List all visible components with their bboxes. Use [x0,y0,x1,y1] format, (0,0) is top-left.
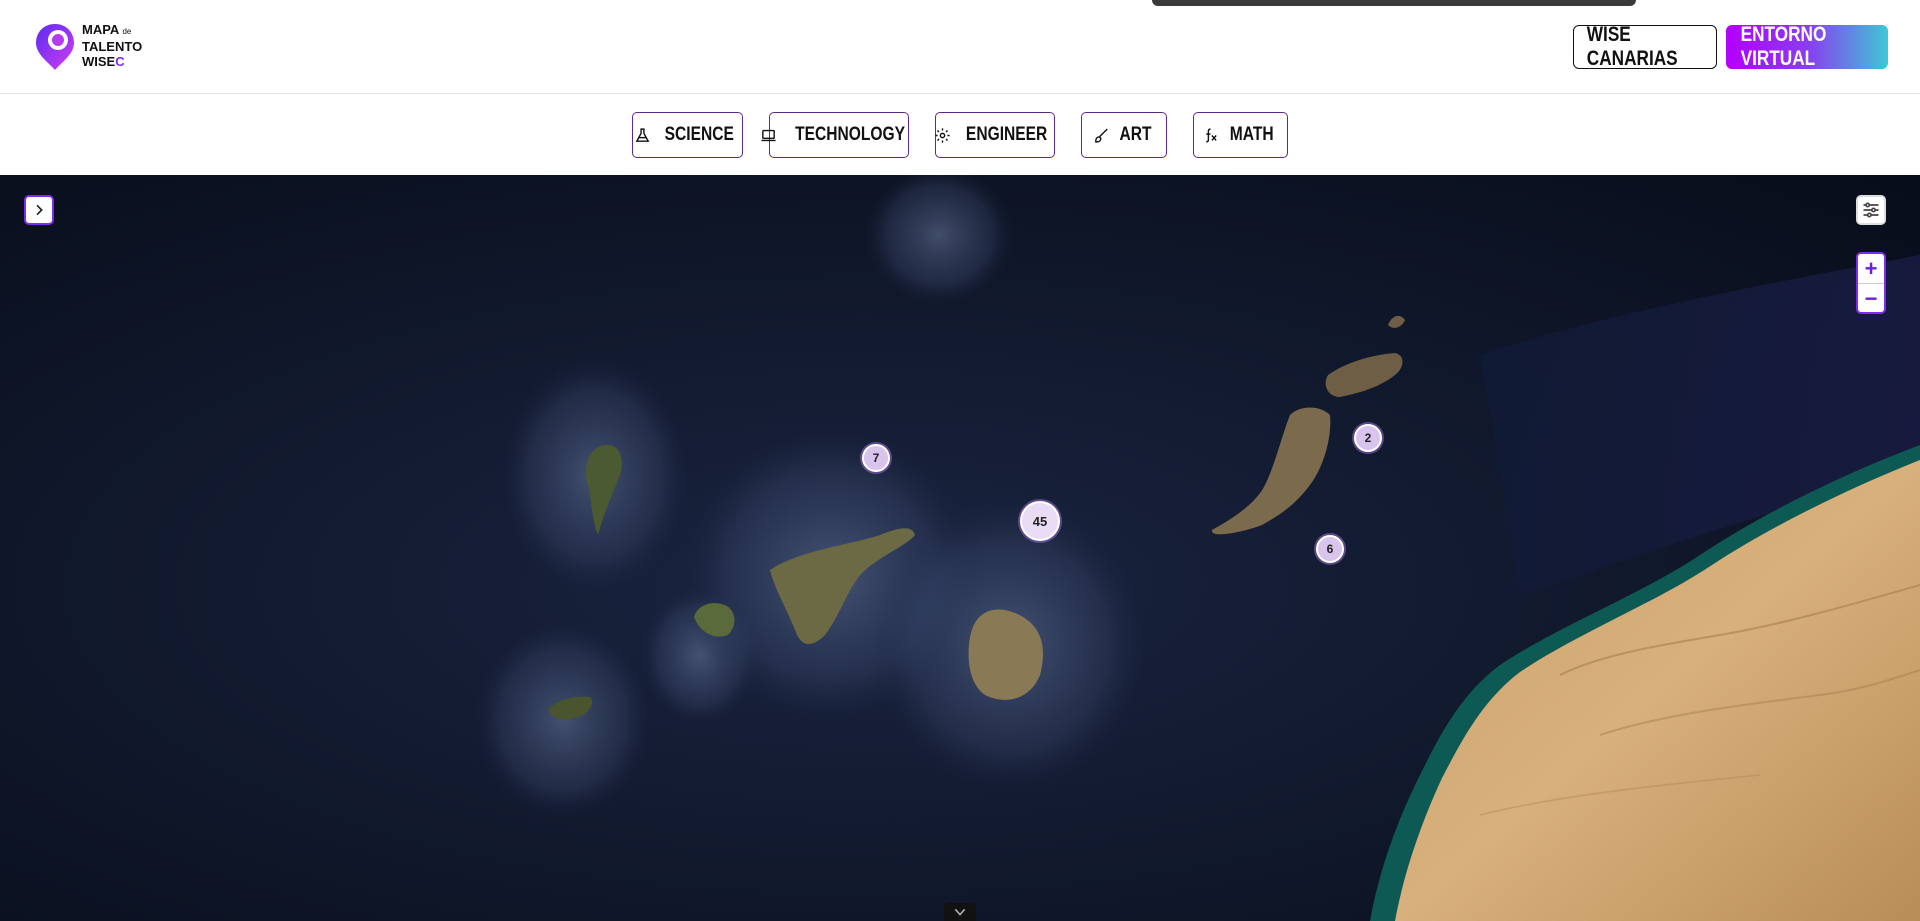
sliders-icon [1863,202,1879,218]
logo-pin-icon [36,24,74,70]
top-header: MAPA de TALENTO WISEC WISE CANARIAS ENTO… [0,0,1920,94]
zoom-in-button[interactable]: + [1858,254,1884,283]
zoom-control: + − [1856,252,1886,314]
logo-text: MAPA de TALENTO WISEC [82,22,143,69]
satellite-map[interactable]: + − 2 6 7 45 [0,175,1920,921]
map-tiles [0,175,1920,921]
bottom-panel-toggle[interactable] [944,903,976,921]
brush-icon [1095,128,1108,143]
chevron-down-icon [954,908,966,916]
category-art[interactable]: ART [1081,112,1167,158]
cluster-marker-fuerteventura[interactable]: 6 [1316,535,1344,563]
top-tab-handle[interactable] [1152,0,1636,6]
entorno-virtual-label: ENTORNO VIRTUAL [1740,23,1827,70]
function-icon [1206,127,1217,143]
category-technology[interactable]: TECHNOLOGY [761,112,909,158]
zoom-out-button[interactable]: − [1858,284,1884,313]
cluster-marker-gran-canaria[interactable]: 45 [1020,501,1060,541]
category-engineer[interactable]: ENGINEER [935,112,1055,158]
wise-canarias-button[interactable]: WISE CANARIAS [1573,23,1717,70]
cluster-marker-tenerife[interactable]: 7 [862,444,890,472]
chevron-right-icon [36,204,43,216]
wise-canarias-label: WISE CANARIAS [1586,23,1678,70]
brand-logo[interactable]: MAPA de TALENTO WISEC [34,22,154,76]
entorno-virtual-button[interactable]: ENTORNO VIRTUAL [1726,23,1888,70]
cluster-marker-lanzarote[interactable]: 2 [1354,424,1382,452]
category-math[interactable]: MATH [1193,112,1288,158]
expand-sidebar-button[interactable] [24,195,54,225]
flask-icon [635,127,650,142]
laptop-icon [761,129,777,141]
category-filter-bar: SCIENCE TECHNOLOGY ENGINEER ART MATH [0,95,1920,175]
map-filters-button[interactable] [1856,195,1886,225]
category-science[interactable]: SCIENCE [632,112,743,158]
gear-icon [935,127,950,143]
